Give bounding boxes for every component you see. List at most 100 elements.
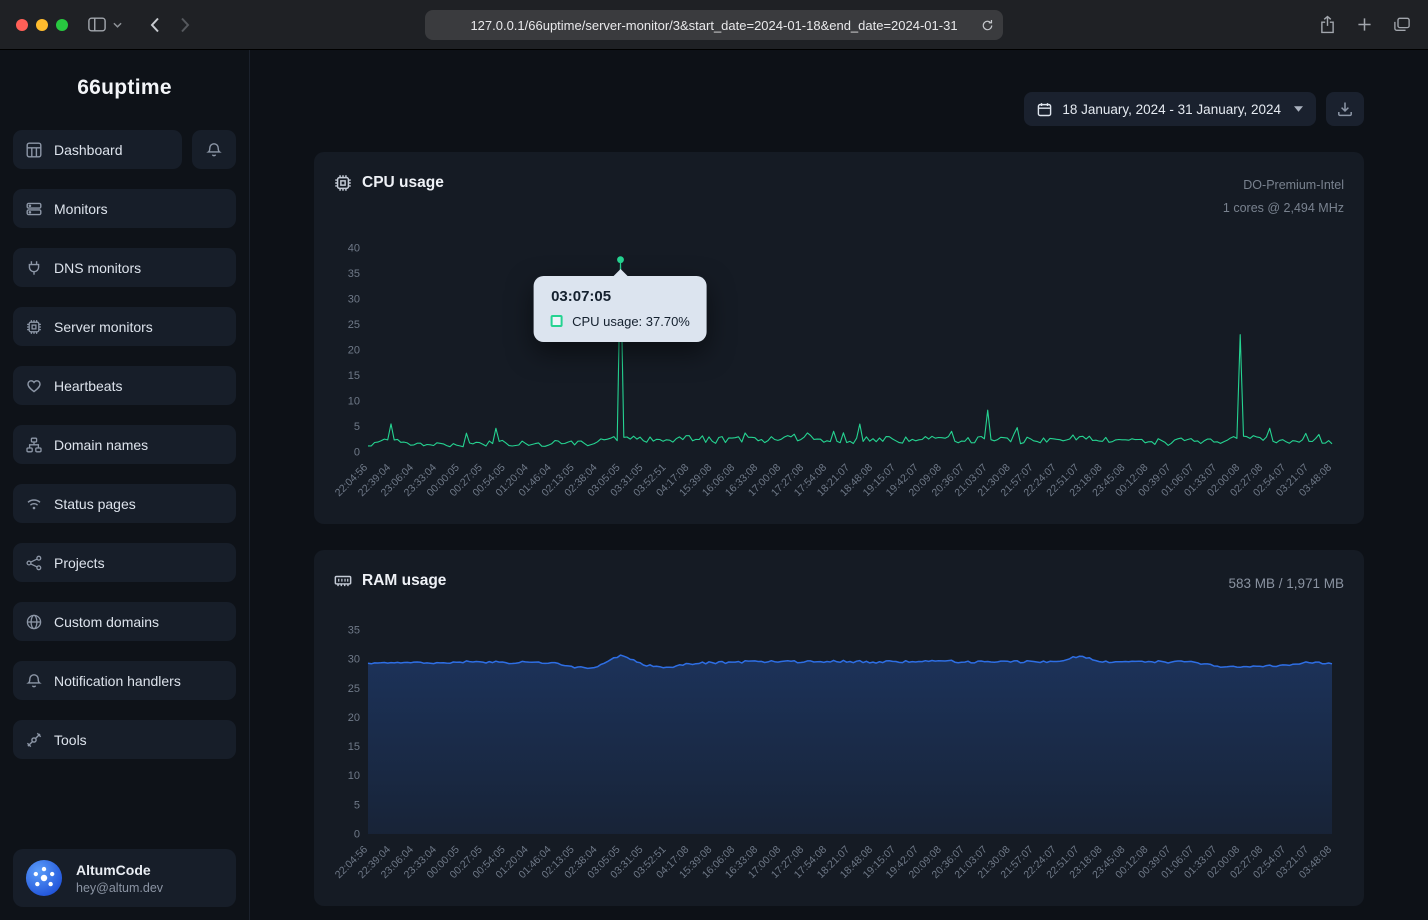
cpu-chart-area: 051015202530354022:04:5622:39:0423:06:04… [334,232,1344,520]
sitemap-icon [26,437,42,453]
plug-icon [26,260,42,276]
date-range-picker[interactable]: 18 January, 2024 - 31 January, 2024 [1024,92,1316,126]
ram-card-title: RAM usage [362,572,446,590]
sidebar-nav: Dashboard Monitors DNS monitors Server moni… [13,130,236,759]
main-content: 18 January, 2024 - 31 January, 2024 CPU … [250,50,1428,920]
account-info: AltumCode hey@altum.dev [76,862,163,895]
sidebar-item-label: Status pages [54,496,136,512]
svg-text:5: 5 [354,421,360,433]
server-plan: DO-Premium-Intel [1223,174,1344,197]
svg-text:10: 10 [348,396,360,408]
sidebar-item-server-monitors[interactable]: Server monitors [13,307,236,346]
memory-icon [334,572,352,590]
chrome-actions [1320,15,1410,34]
ram-chart-area: 0510152025303522:04:5622:39:0423:06:0423… [334,614,1344,902]
nodes-icon [26,555,42,571]
account-card[interactable]: AltumCode hey@altum.dev [13,849,236,907]
svg-text:15: 15 [348,370,360,382]
sidebar-item-tools[interactable]: Tools [13,720,236,759]
window-controls [16,19,68,31]
altumcode-logo-icon [25,859,63,897]
sidebar-item-label: Notification handlers [54,673,181,689]
sidebar-item-label: DNS monitors [54,260,141,276]
download-button[interactable] [1326,92,1364,126]
sidebar-item-label: Custom domains [54,614,159,630]
sidebar-item-dashboard[interactable]: Dashboard [13,130,182,169]
svg-text:20: 20 [348,345,360,357]
sidebar-item-heartbeats[interactable]: Heartbeats [13,366,236,405]
share-button[interactable] [1320,15,1335,34]
url-text: 127.0.0.1/66uptime/server-monitor/3&star… [470,18,957,33]
sidebar-item-status-pages[interactable]: Status pages [13,484,236,523]
address-bar[interactable]: 127.0.0.1/66uptime/server-monitor/3&star… [425,10,1003,40]
brand: 66uptime [13,76,236,100]
cpu-series-swatch [551,315,563,327]
heart-icon [26,378,42,394]
browser-chrome: 127.0.0.1/66uptime/server-monitor/3&star… [0,0,1428,50]
sidebar-item-custom-domains[interactable]: Custom domains [13,602,236,641]
calendar-icon [1037,102,1052,117]
tab-overview-button[interactable] [1394,15,1410,34]
svg-text:30: 30 [348,654,360,666]
account-email: hey@altum.dev [76,881,163,895]
globe-icon [26,614,42,630]
tools-icon [26,732,42,748]
tooltip-value: CPU usage: 37.70% [572,314,690,329]
signal-icon [26,496,42,512]
forward-button[interactable] [180,17,190,33]
date-range-label: 18 January, 2024 - 31 January, 2024 [1062,102,1281,117]
reload-button[interactable] [981,19,994,32]
sidebar-item-label: Monitors [54,201,108,217]
sidebar-item-label: Dashboard [54,142,123,158]
sidebar-item-dns-monitors[interactable]: DNS monitors [13,248,236,287]
ram-usage-card: RAM usage 583 MB / 1,971 MB 0 5 10 15 20 25 30… [314,550,1364,906]
sidebar-item-notification-handlers[interactable]: Notification handlers [13,661,236,700]
caret-down-icon [1294,106,1303,112]
cpu-chip-icon [334,174,352,192]
account-name: AltumCode [76,862,163,878]
svg-text:40: 40 [348,243,360,255]
svg-text:15: 15 [348,741,360,753]
sidebar-item-label: Tools [54,732,87,748]
svg-text:25: 25 [348,683,360,695]
ram-usage-chart[interactable]: 0510152025303522:04:5622:39:0423:06:0423… [334,614,1344,902]
svg-text:30: 30 [348,294,360,306]
ram-total: 583 MB / 1,971 MB [1228,572,1344,597]
sidebar-toggle-button[interactable] [88,17,106,32]
chip-icon [26,319,42,335]
sidebar-item-monitors[interactable]: Monitors [13,189,236,228]
sidebar-item-projects[interactable]: Projects [13,543,236,582]
svg-text:5: 5 [354,800,360,812]
sidebar-item-label: Domain names [54,437,148,453]
sidebar: 66uptime Dashboard Monitors DNS monitors Se… [0,50,250,920]
monitors-icon [26,201,42,217]
chart-tooltip: 03:07:05 CPU usage: 37.70% [534,276,707,342]
svg-text:35: 35 [348,268,360,280]
svg-text:0: 0 [354,829,360,841]
download-icon [1337,101,1353,117]
cpu-usage-card: CPU usage DO-Premium-Intel 1 cores @ 2,4… [314,152,1364,524]
server-specs: DO-Premium-Intel 1 cores @ 2,494 MHz [1223,174,1344,220]
bell-icon [206,142,222,158]
sidebar-item-label: Heartbeats [54,378,122,394]
svg-text:10: 10 [348,770,360,782]
close-window-button[interactable] [16,19,28,31]
sidebar-item-label: Server monitors [54,319,153,335]
chevron-down-icon[interactable] [113,22,122,28]
cpu-card-title: CPU usage [362,174,444,192]
zoom-window-button[interactable] [56,19,68,31]
grid-icon [26,142,42,158]
sidebar-item-label: Projects [54,555,105,571]
new-tab-button[interactable] [1357,15,1372,34]
notifications-button[interactable] [192,130,236,169]
sidebar-item-domain-names[interactable]: Domain names [13,425,236,464]
svg-text:20: 20 [348,712,360,724]
back-button[interactable] [150,17,160,33]
minimize-window-button[interactable] [36,19,48,31]
svg-text:25: 25 [348,319,360,331]
server-cores: 1 cores @ 2,494 MHz [1223,197,1344,220]
bell-icon [26,673,42,689]
cpu-usage-chart[interactable]: 051015202530354022:04:5622:39:0423:06:04… [334,232,1344,520]
toolbar: 18 January, 2024 - 31 January, 2024 [314,92,1364,126]
svg-text:0: 0 [354,447,360,459]
